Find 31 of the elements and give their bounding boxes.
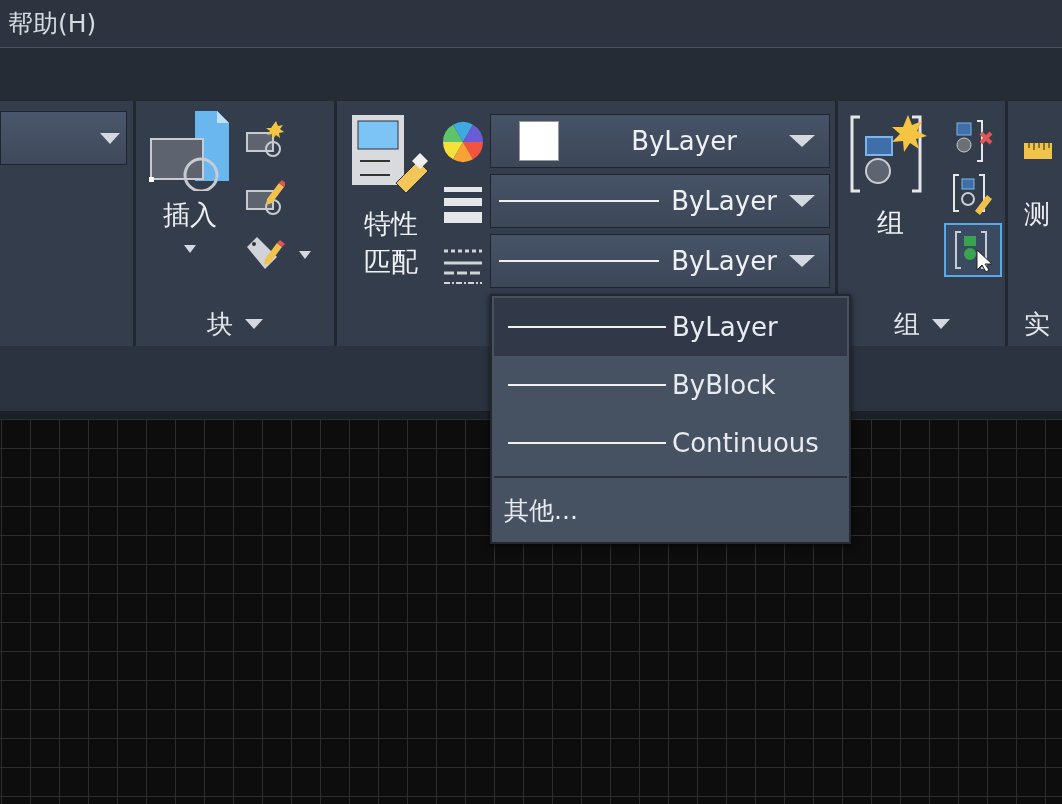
dropdown-field[interactable]: ByLayer — [490, 174, 830, 228]
cursor-group-icon — [953, 228, 993, 272]
dropdown-field[interactable]: ByLayer — [490, 234, 830, 288]
menu-item[interactable]: ByLayer — [494, 298, 847, 356]
match-properties-button[interactable]: 特性 匹配 — [350, 113, 432, 302]
color-wheel-icon — [442, 121, 484, 163]
dropdown-field[interactable]: ByLayer — [490, 114, 830, 168]
caret-icon — [931, 319, 950, 329]
group-selection-toggle[interactable] — [944, 223, 1002, 277]
caret-icon — [299, 251, 311, 259]
caret-icon — [789, 195, 815, 207]
caret-icon — [245, 319, 263, 329]
create-block-icon — [245, 119, 285, 159]
menu-item[interactable]: Continuous — [494, 414, 847, 472]
color-swatch — [519, 121, 559, 161]
caret-icon — [184, 245, 196, 253]
caret-icon — [789, 255, 815, 267]
insert-button[interactable]: 插入 — [149, 109, 231, 302]
edit-block-icon — [245, 177, 285, 217]
group-edit-icon — [951, 171, 995, 215]
dropdown-field[interactable] — [0, 111, 127, 165]
panel-title: 组 — [893, 307, 920, 341]
menu-item[interactable]: 其他... — [494, 480, 847, 540]
insert-block-icon — [149, 109, 231, 191]
measure-button[interactable]: 测 — [1024, 197, 1052, 232]
menu-item[interactable]: 帮助(H) — [8, 7, 97, 40]
caret-icon — [789, 135, 815, 147]
caret-icon — [100, 132, 120, 144]
panel-title: 实 — [1024, 307, 1050, 341]
group-button[interactable]: 组 — [850, 113, 930, 302]
panel-title: 块 — [207, 307, 233, 341]
